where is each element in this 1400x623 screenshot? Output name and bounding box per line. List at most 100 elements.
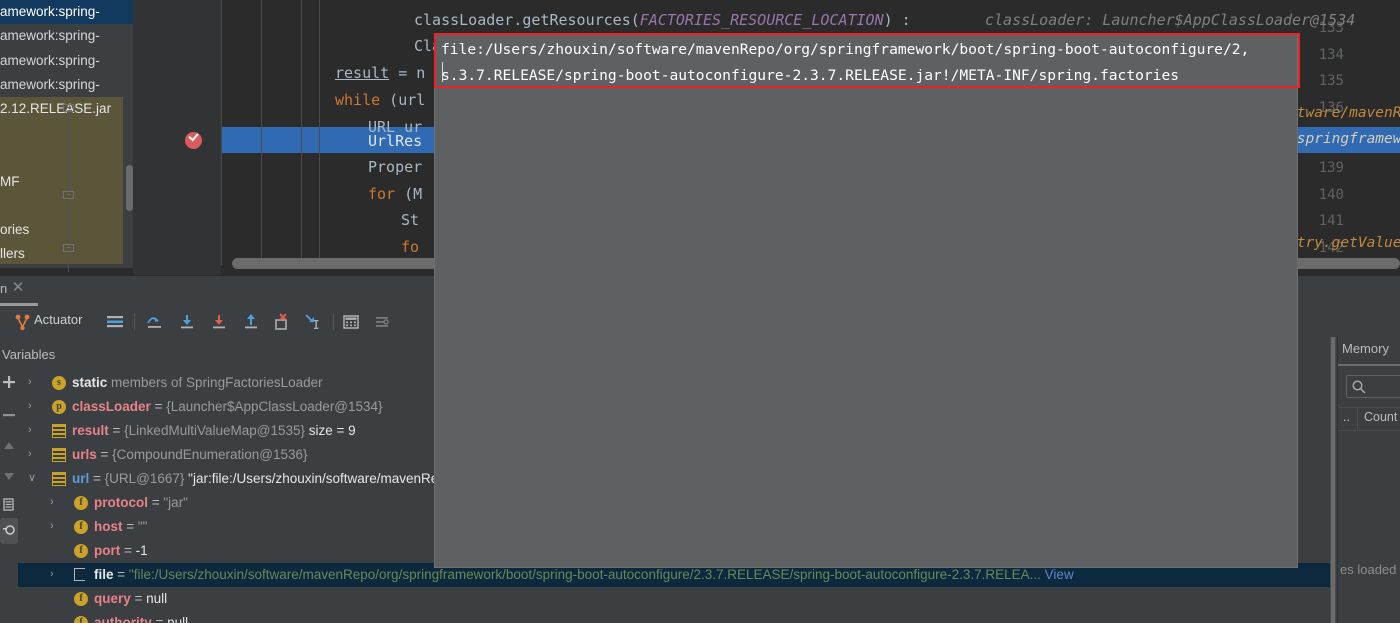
table-row[interactable]: f authority = null	[18, 611, 1330, 623]
search-icon	[1352, 380, 1366, 394]
variable-name: file	[94, 567, 114, 582]
remove-watch-icon[interactable]	[2, 408, 16, 422]
memory-column-class[interactable]: ..	[1343, 410, 1350, 424]
chevron-right-icon[interactable]: ›	[50, 497, 61, 508]
memory-table-header: .. Count	[1338, 407, 1400, 431]
list-item[interactable]: amework:spring-	[0, 49, 133, 73]
memory-panel: Memory .. Count es loaded	[1337, 337, 1400, 623]
field-icon: f	[74, 616, 88, 623]
variable-name: host	[94, 519, 123, 534]
view-link[interactable]: View	[1041, 567, 1074, 582]
chevron-right-icon[interactable]: ›	[28, 449, 39, 460]
variable-value: ""	[137, 519, 148, 534]
variable-value: null	[167, 615, 189, 623]
static-icon: s	[52, 376, 66, 390]
debugger-side-rail	[0, 371, 18, 623]
equals: =	[122, 519, 138, 534]
code-line-140: for (M	[368, 185, 423, 203]
chevron-right-icon[interactable]: ›	[28, 377, 39, 388]
move-down-icon[interactable]	[2, 469, 16, 483]
toolbar-separator	[134, 313, 135, 330]
code-line-142: fo	[401, 238, 420, 256]
inline-debug-value-selected: /springframew	[1288, 131, 1400, 147]
collection-icon	[52, 448, 66, 462]
table-row[interactable]: f query = null	[18, 587, 1330, 611]
tab-debugger-label[interactable]: n	[0, 281, 7, 296]
copy-value-icon[interactable]	[2, 498, 16, 512]
text-caret	[442, 62, 443, 82]
list-item[interactable]: MF	[0, 170, 20, 194]
close-icon[interactable]: ✕	[11, 280, 25, 295]
equals: =	[96, 447, 113, 462]
step-out-icon[interactable]	[242, 313, 260, 331]
left-tool-panel-fragment[interactable]: amework:spring- amework:spring- amework:…	[0, 0, 133, 268]
flag-icon	[74, 568, 85, 581]
variable-name: port	[94, 543, 121, 558]
variable-value: "jar"	[163, 495, 188, 510]
memory-tab-underline	[1338, 364, 1400, 366]
breakpoint-check-icon	[188, 130, 199, 142]
force-step-into-icon[interactable]	[210, 313, 228, 331]
code-line-135: result = n	[335, 64, 426, 82]
variable-size: size = 9	[304, 423, 356, 438]
step-into-icon[interactable]	[178, 313, 196, 331]
chevron-down-icon[interactable]: ∨	[28, 473, 39, 484]
variable-name: urls	[72, 447, 97, 462]
run-to-cursor-icon[interactable]	[304, 313, 322, 331]
code-fold-stem	[68, 112, 69, 197]
code-line-136: while (url	[335, 91, 426, 109]
code-fold-stem	[68, 252, 69, 272]
code-line-139: Proper	[368, 158, 423, 176]
equals: =	[148, 495, 164, 510]
actuator-label[interactable]: Actuator	[34, 312, 82, 327]
variable-name: result	[72, 423, 109, 438]
variable-type: {LinkedMultiValueMap@1535}	[124, 423, 305, 438]
inline-debug-value: ntry.getValue	[1288, 235, 1400, 251]
panel-splitter-thumb[interactable]	[1331, 337, 1335, 623]
step-over-icon[interactable]	[146, 313, 164, 331]
actuator-icon[interactable]	[14, 313, 32, 331]
add-watch-icon[interactable]	[2, 375, 16, 389]
variable-name: authority	[94, 615, 152, 623]
move-up-icon[interactable]	[2, 439, 16, 453]
layout-lines-icon[interactable]	[106, 313, 124, 331]
inspect-object-icon[interactable]	[2, 524, 16, 538]
variable-value: "file:/Users/zhouxin/software/mavenRepo/…	[128, 567, 1041, 582]
value-tooltip-popup[interactable]: file:/Users/zhouxin/software/mavenRepo/o…	[434, 33, 1298, 568]
memory-panel-title: Memory	[1342, 341, 1389, 356]
chevron-right-icon[interactable]: ›	[28, 401, 39, 412]
field-icon: f	[74, 496, 88, 510]
left-panel-scrollbar[interactable]	[126, 165, 133, 211]
equals: =	[130, 591, 147, 606]
list-item[interactable]: llers	[0, 242, 25, 266]
list-item[interactable]: 2.12.RELEASE.jar	[0, 97, 111, 121]
inline-parameter-hint: classLoader: Launcher$AppClassLoader@153…	[985, 11, 1356, 29]
editor-gutter[interactable]	[133, 0, 221, 275]
equals: =	[151, 615, 168, 623]
equals: =	[150, 399, 167, 414]
chevron-right-icon[interactable]: ›	[50, 569, 61, 580]
variable-type: {CompoundEnumeration@1536}	[112, 447, 308, 462]
equals: =	[120, 543, 136, 558]
equals: =	[113, 567, 129, 582]
list-item[interactable]: amework:spring-	[0, 24, 133, 48]
settings-lines-icon[interactable]	[373, 313, 391, 331]
field-icon: f	[74, 520, 88, 534]
search-input[interactable]	[1346, 375, 1400, 398]
field-icon: f	[74, 592, 88, 606]
chevron-right-icon[interactable]: ›	[28, 425, 39, 436]
memory-column-count[interactable]: Count	[1364, 410, 1397, 424]
evaluate-expression-icon[interactable]	[342, 313, 360, 331]
list-item[interactable]: amework:spring-	[0, 0, 133, 25]
list-item[interactable]: ories	[0, 218, 29, 242]
breakpoint-icon[interactable]	[185, 130, 202, 149]
drop-frame-icon[interactable]	[272, 313, 290, 331]
list-item[interactable]: amework:spring-	[0, 73, 133, 97]
variable-name: url	[72, 471, 90, 486]
column-separator[interactable]	[1357, 408, 1358, 430]
chevron-right-icon[interactable]: ›	[50, 521, 61, 532]
parameter-icon: p	[52, 400, 66, 414]
ide-window: amework:spring- amework:spring- amework:…	[0, 0, 1400, 623]
variable-value: -1	[135, 543, 148, 558]
popup-line-2: s.3.7.RELEASE/spring-boot-autoconfigure-…	[441, 67, 1180, 84]
